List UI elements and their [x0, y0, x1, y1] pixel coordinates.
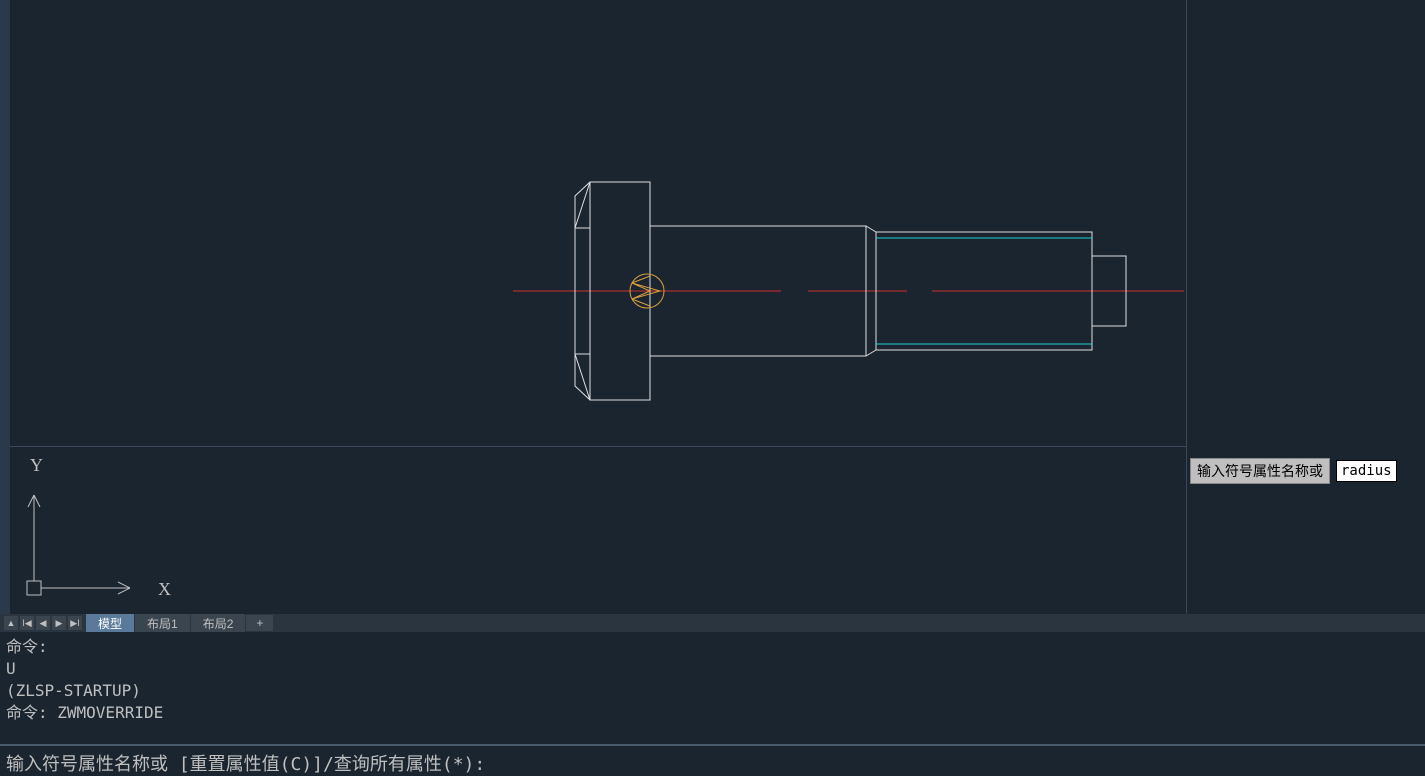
dynamic-input-tooltip: 输入符号属性名称或 radius	[1190, 458, 1397, 484]
tab-nav-first-icon[interactable]: I◀	[20, 616, 34, 630]
ucs-area: X Y	[10, 446, 1186, 614]
tab-nav-last-icon[interactable]: ▶I	[68, 616, 82, 630]
command-history[interactable]: 命令: U (ZLSP-STARTUP) 命令: ZWMOVERRIDE	[0, 632, 1425, 744]
tab-layout2[interactable]: 布局2	[191, 614, 246, 633]
ucs-y-label: Y	[30, 455, 43, 475]
drawing-canvas[interactable]	[10, 0, 1186, 446]
ucs-icon: X Y	[10, 447, 210, 615]
layout-tab-bar: ▲ I◀ ◀ ▶ ▶I 模型 布局1 布局2 +	[0, 614, 1425, 632]
tab-nav-up-icon[interactable]: ▲	[4, 616, 18, 630]
command-prompt-text: 输入符号属性名称或 [重置属性值(C)]/查询所有属性(*):	[6, 754, 485, 775]
side-panel	[1186, 0, 1425, 614]
cmd-line-1: 命令:	[6, 637, 48, 656]
dynamic-input-field[interactable]: radius	[1336, 460, 1397, 482]
tab-model[interactable]: 模型	[86, 614, 134, 633]
dynamic-input-label: 输入符号属性名称或	[1190, 458, 1330, 484]
cmd-line-4: 命令: ZWMOVERRIDE	[6, 703, 163, 722]
ucs-x-label: X	[158, 579, 171, 599]
tab-add-button[interactable]: +	[246, 615, 273, 631]
tab-nav-group: ▲ I◀ ◀ ▶ ▶I	[0, 616, 86, 630]
cad-drawing-svg	[10, 0, 1186, 446]
cmd-line-3: (ZLSP-STARTUP)	[6, 681, 141, 700]
tab-nav-prev-icon[interactable]: ◀	[36, 616, 50, 630]
cmd-line-2: U	[6, 659, 16, 678]
tab-nav-next-icon[interactable]: ▶	[52, 616, 66, 630]
command-input[interactable]: 输入符号属性名称或 [重置属性值(C)]/查询所有属性(*):	[0, 744, 1425, 776]
left-edge-strip	[0, 0, 10, 614]
tab-layout1[interactable]: 布局1	[135, 614, 190, 633]
